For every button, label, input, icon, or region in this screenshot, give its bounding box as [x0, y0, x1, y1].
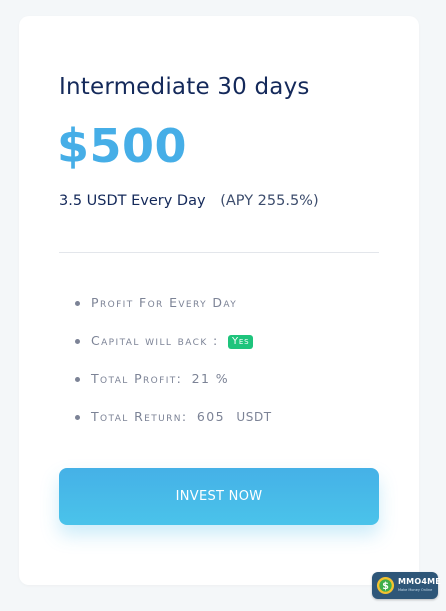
- plan-title: Intermediate 30 days: [59, 74, 310, 100]
- capital-back-badge: Yes: [227, 335, 254, 349]
- feature-capital-back: Capital will back : Yes: [75, 331, 272, 369]
- svg-text:$: $: [382, 581, 389, 592]
- watermark-name: MMO4ME: [398, 577, 441, 586]
- total-profit-value: 21 %: [191, 371, 230, 386]
- feature-profit-every-day: Profit For Every Day: [75, 293, 272, 331]
- bullet-icon: [75, 339, 80, 344]
- feature-list: Profit For Every Day Capital will back :…: [75, 293, 272, 445]
- watermark-tagline: Make Money Online: [398, 588, 433, 592]
- daily-return-text: 3.5 USDT Every Day: [59, 193, 206, 209]
- feature-label: Profit For Every Day: [91, 295, 238, 310]
- plan-card: Intermediate 30 days $500 3.5 USDT Every…: [19, 16, 419, 585]
- total-return-unit: USDT: [236, 410, 272, 424]
- feature-total-return: Total Return: 605 USDT: [75, 407, 272, 445]
- feature-label: Total Profit:: [91, 371, 183, 386]
- bullet-icon: [75, 415, 80, 420]
- dollar-coin-icon: $: [376, 576, 395, 595]
- bullet-icon: [75, 301, 80, 306]
- invest-now-button[interactable]: INVEST NOW: [59, 468, 379, 525]
- feature-total-profit: Total Profit: 21 %: [75, 369, 272, 407]
- plan-price: $500: [57, 119, 188, 173]
- apy-text: (APY 255.5%): [220, 193, 319, 209]
- total-return-value: 605: [196, 409, 225, 424]
- feature-label: Capital will back :: [91, 333, 219, 348]
- divider: [59, 252, 379, 253]
- feature-label: Total Return:: [91, 409, 188, 424]
- daily-return: 3.5 USDT Every Day (APY 255.5%): [59, 193, 319, 209]
- mmo4me-watermark-logo: $ MMO4ME Make Money Online: [372, 572, 441, 599]
- bullet-icon: [75, 377, 80, 382]
